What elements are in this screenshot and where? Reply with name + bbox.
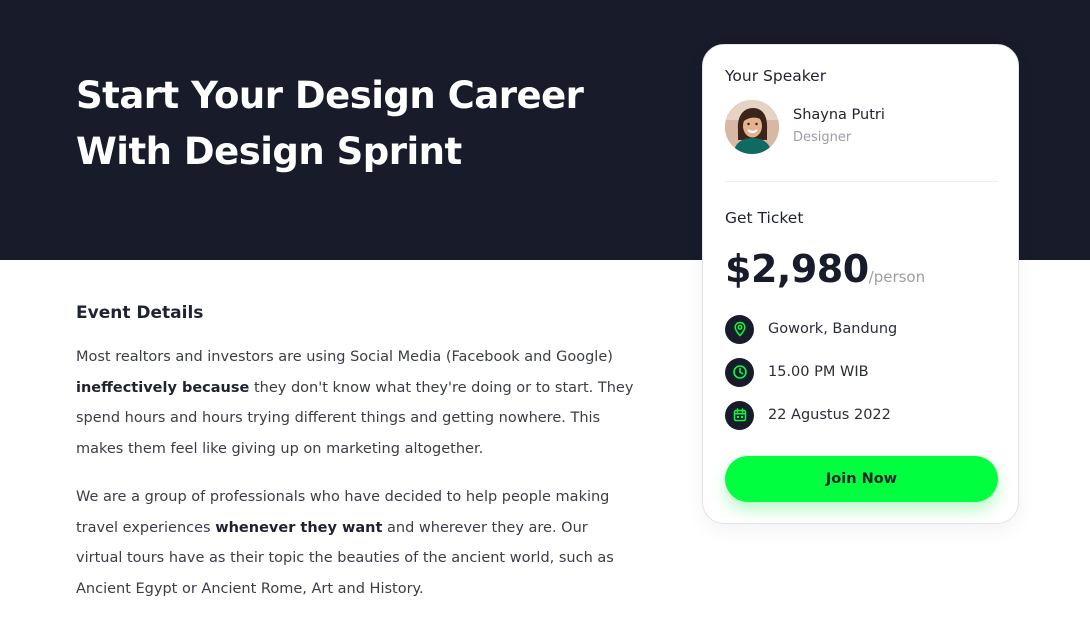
paragraph-1-bold: ineffectively because — [76, 379, 250, 396]
ticket-section-label: Get Ticket — [725, 209, 804, 227]
location-pin-icon — [725, 314, 754, 344]
event-location-row: Gowork, Bandung — [725, 314, 897, 344]
event-details-heading: Event Details — [76, 303, 204, 323]
event-time-text: 15.00 PM WIB — [768, 364, 869, 380]
paragraph-2-bold: whenever they want — [215, 519, 383, 536]
event-time-row: 15.00 PM WIB — [725, 357, 869, 387]
price-unit: /person — [868, 268, 926, 286]
event-description-paragraph-2: We are a group of professionals who have… — [76, 482, 636, 604]
speaker-role: Designer — [793, 130, 852, 145]
speaker-section-label: Your Speaker — [725, 67, 827, 85]
speaker-avatar — [725, 100, 779, 154]
event-date-row: 22 Agustus 2022 — [725, 400, 891, 430]
event-description-paragraph-1: Most realtors and investors are using So… — [76, 342, 636, 464]
event-date-text: 22 Agustus 2022 — [768, 407, 891, 423]
speaker-name: Shayna Putri — [793, 107, 885, 123]
card-divider — [725, 181, 998, 182]
page-title: Start Your Design Career With Design Spr… — [76, 68, 636, 180]
speaker-photo — [725, 100, 779, 154]
event-details-section: Event Details Most realtors and investor… — [76, 303, 636, 622]
clock-icon — [725, 357, 754, 387]
calendar-icon — [725, 400, 754, 430]
title-line-2: With Design Sprint — [76, 130, 462, 173]
event-location-text: Gowork, Bandung — [768, 321, 898, 337]
ticket-price: $2,980/person — [725, 247, 925, 291]
ticket-card: Your Speaker Shayna Putri Designer Get T… — [702, 44, 1019, 524]
paragraph-1-text-a: Most realtors and investors are using So… — [76, 349, 613, 365]
title-line-1: Start Your Design Career — [76, 74, 584, 117]
price-amount: $2,980 — [725, 247, 869, 291]
join-now-button[interactable]: Join Now — [725, 456, 998, 502]
